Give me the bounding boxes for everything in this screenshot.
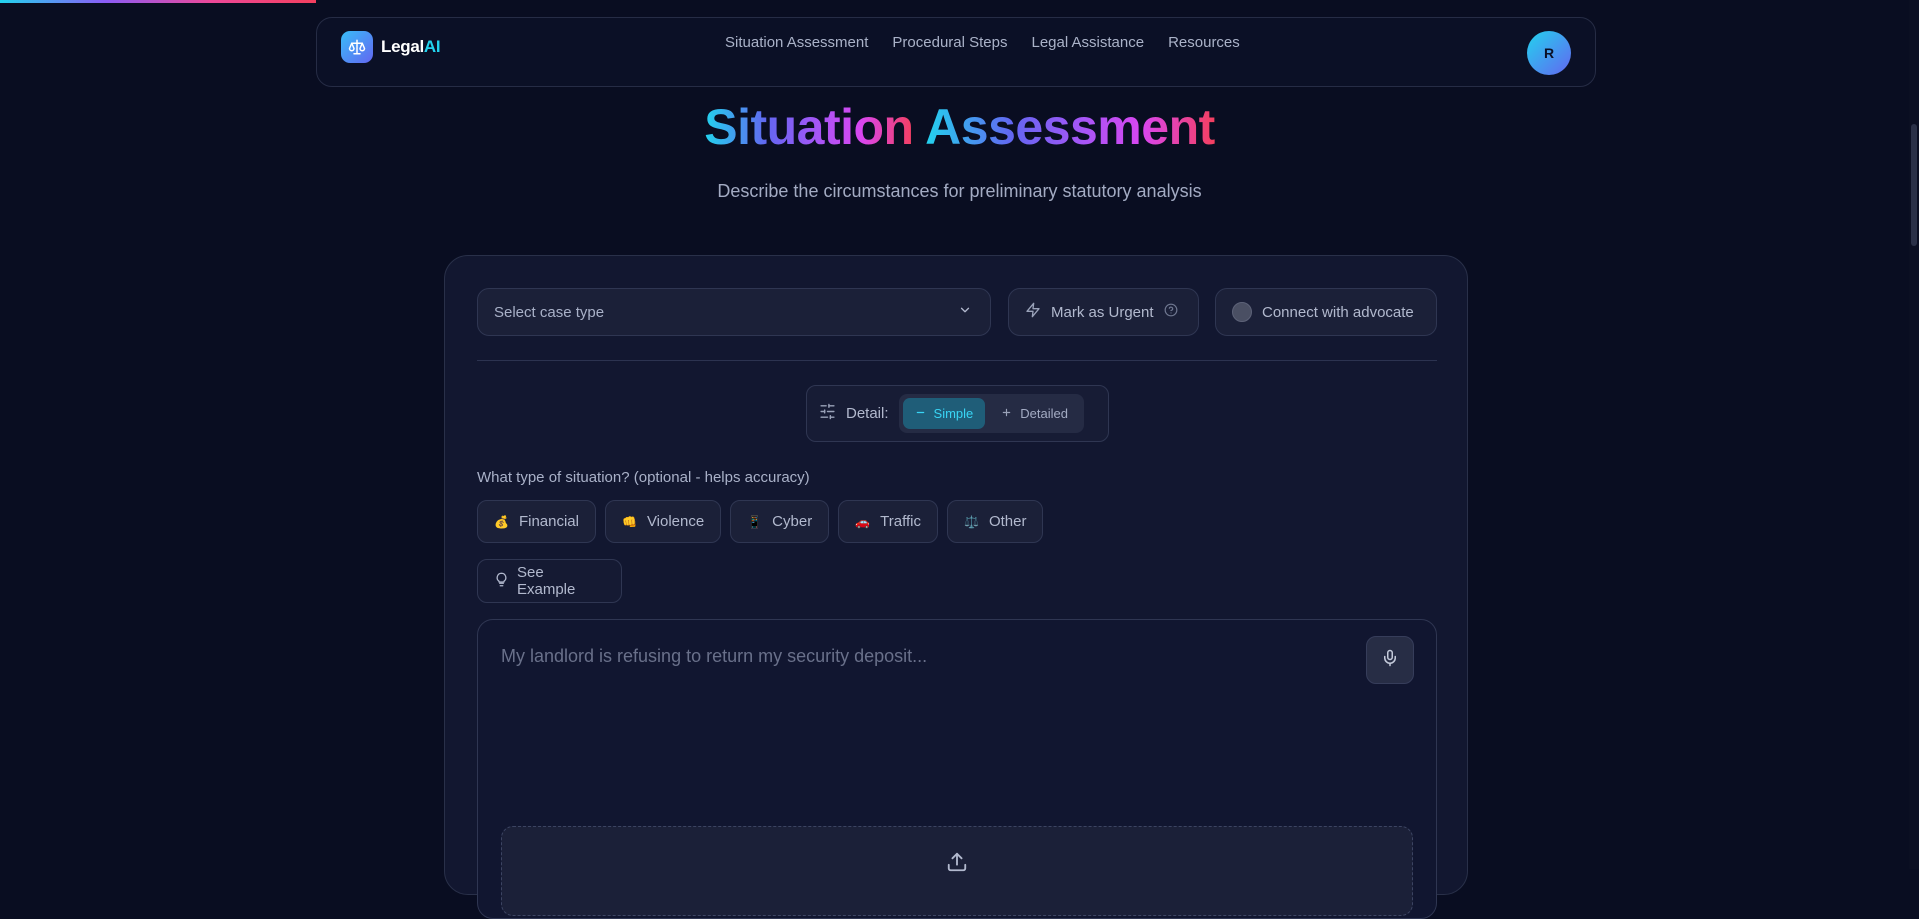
page-progress-bar xyxy=(0,0,1919,3)
file-upload-dropzone[interactable] xyxy=(501,826,1413,916)
page-subtitle: Describe the circumstances for prelimina… xyxy=(717,181,1202,201)
situation-type-other[interactable]: ⚖️ Other xyxy=(946,500,1044,543)
brand-name-suffix: AI xyxy=(423,37,441,56)
top-navbar: LegalAI Situation Assessment Procedural … xyxy=(316,17,1596,87)
lightning-icon xyxy=(1025,302,1041,322)
situation-type-chips: 💰 Financial 👊 Violence 📱 Cyber 🚗 Traffic… xyxy=(477,500,1044,543)
detail-simple-label: Simple xyxy=(933,406,974,421)
connect-advocate-label: Connect with advocate xyxy=(1262,303,1414,321)
situation-type-label: Financial xyxy=(518,513,579,530)
detail-segmented-control: Simple Detailed xyxy=(898,394,1084,433)
situation-type-label: Other xyxy=(988,513,1027,530)
situation-type-violence[interactable]: 👊 Violence xyxy=(604,500,722,543)
brand-name: LegalAI xyxy=(381,37,441,57)
page-scrollbar[interactable] xyxy=(1909,0,1919,869)
situation-type-cyber[interactable]: 📱 Cyber xyxy=(730,500,830,543)
see-example-button[interactable]: See Example xyxy=(477,559,622,603)
situation-description-input[interactable] xyxy=(478,620,1436,810)
detail-detailed-option[interactable]: Detailed xyxy=(989,398,1080,429)
see-example-label: See Example xyxy=(517,564,576,598)
connect-advocate-toggle[interactable]: Connect with advocate xyxy=(1215,288,1437,336)
user-avatar[interactable]: R xyxy=(1527,31,1571,75)
mark-urgent-label: Mark as Urgent xyxy=(1051,303,1154,321)
description-input-wrapper xyxy=(477,619,1437,919)
toggle-dot xyxy=(1232,302,1252,322)
lightbulb-icon xyxy=(494,572,509,591)
sliders-icon xyxy=(819,403,836,425)
scales-emoji-icon: ⚖️ xyxy=(963,514,979,529)
scrollbar-thumb[interactable] xyxy=(1911,124,1917,246)
assessment-form-card: Select case type Mark as Urgent Connect … xyxy=(444,255,1468,919)
brand[interactable]: LegalAI xyxy=(341,31,441,63)
case-type-select[interactable]: Select case type xyxy=(477,288,991,336)
situation-type-traffic[interactable]: 🚗 Traffic xyxy=(838,500,938,543)
detail-detailed-label: Detailed xyxy=(1020,406,1068,421)
case-type-placeholder: Select case type xyxy=(494,303,605,321)
nav-link-resources[interactable]: Resources xyxy=(1168,34,1240,51)
voice-input-button[interactable] xyxy=(1366,636,1414,684)
page-title: Situation Assessment xyxy=(0,98,1919,156)
mark-urgent-button[interactable]: Mark as Urgent xyxy=(1008,288,1199,336)
microphone-icon xyxy=(1381,649,1399,672)
scales-icon xyxy=(341,31,373,63)
upload-icon xyxy=(946,851,968,915)
situation-question: What type of situation? (optional - help… xyxy=(477,469,810,486)
nav-link-procedural-steps[interactable]: Procedural Steps xyxy=(892,34,1007,51)
nav-link-legal-assistance[interactable]: Legal Assistance xyxy=(1032,34,1145,51)
nav-link-situation-assessment[interactable]: Situation Assessment xyxy=(725,34,868,51)
detail-simple-option[interactable]: Simple xyxy=(902,398,986,429)
detail-label: Detail: xyxy=(846,405,889,422)
car-icon: 🚗 xyxy=(855,514,871,529)
page-title-part1: Situation xyxy=(704,99,914,155)
detail-level-control: Detail: Simple Detailed xyxy=(806,385,1109,442)
main-nav: Situation Assessment Procedural Steps Le… xyxy=(725,34,1240,51)
chevron-down-icon xyxy=(958,303,972,321)
situation-type-label: Traffic xyxy=(880,513,921,530)
plus-icon xyxy=(1001,406,1012,421)
situation-type-financial[interactable]: 💰 Financial xyxy=(477,500,596,543)
help-circle-icon[interactable] xyxy=(1164,303,1178,321)
brand-name-prefix: Legal xyxy=(381,37,424,56)
situation-type-label: Cyber xyxy=(772,513,813,530)
divider xyxy=(477,360,1437,361)
minus-icon xyxy=(915,406,926,421)
fist-icon: 👊 xyxy=(621,514,637,529)
page-progress-fill xyxy=(0,0,316,3)
phone-icon: 📱 xyxy=(747,514,763,529)
money-bag-icon: 💰 xyxy=(494,514,509,529)
situation-type-label: Violence xyxy=(646,513,705,530)
page-title-part2: Assessment xyxy=(925,99,1215,155)
